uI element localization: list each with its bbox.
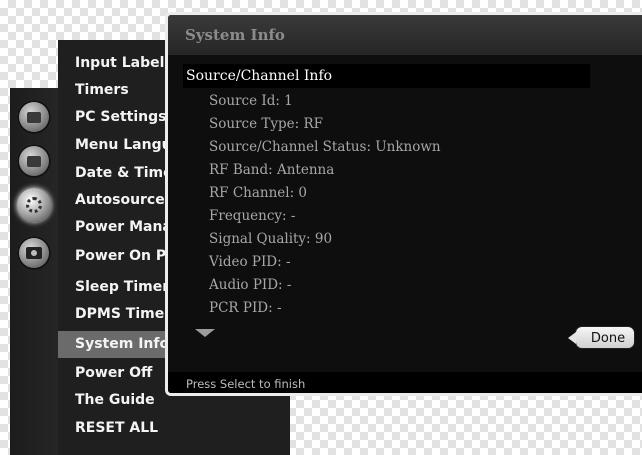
info-video-pid: Video PID: - <box>209 254 291 270</box>
source-channel-info-header[interactable]: Source/Channel Info <box>183 64 590 88</box>
menu-item-reset-all[interactable]: RESET ALL <box>58 415 290 442</box>
dialog-footer-hint: Press Select to finish <box>168 372 642 393</box>
info-audio-pid: Audio PID: - <box>209 277 292 293</box>
dialog-title: System Info <box>168 15 642 55</box>
tv-icon[interactable] <box>17 144 51 178</box>
info-source-channel-status: Source/Channel Status: Unknown <box>209 139 441 155</box>
info-pcr-pid: PCR PID: - <box>209 300 282 316</box>
info-signal-quality: Signal Quality: 90 <box>209 231 333 247</box>
info-rf-channel: RF Channel: 0 <box>209 185 308 201</box>
system-info-dialog: System Info Source/Channel Info Source I… <box>165 12 642 396</box>
info-rf-band: RF Band: Antenna <box>209 162 335 178</box>
camera-icon[interactable] <box>17 236 51 270</box>
dialog-body: Source/Channel Info Source Id: 1 Source … <box>168 55 642 372</box>
info-source-id: Source Id: 1 <box>209 93 293 109</box>
info-source-type: Source Type: RF <box>209 116 323 132</box>
picture-icon[interactable] <box>17 100 51 134</box>
info-frequency: Frequency: - <box>209 208 296 224</box>
category-rail <box>10 88 60 455</box>
done-button[interactable]: Done <box>568 326 635 349</box>
settings-gear-icon[interactable] <box>17 188 51 222</box>
scroll-down-icon[interactable] <box>195 329 215 337</box>
